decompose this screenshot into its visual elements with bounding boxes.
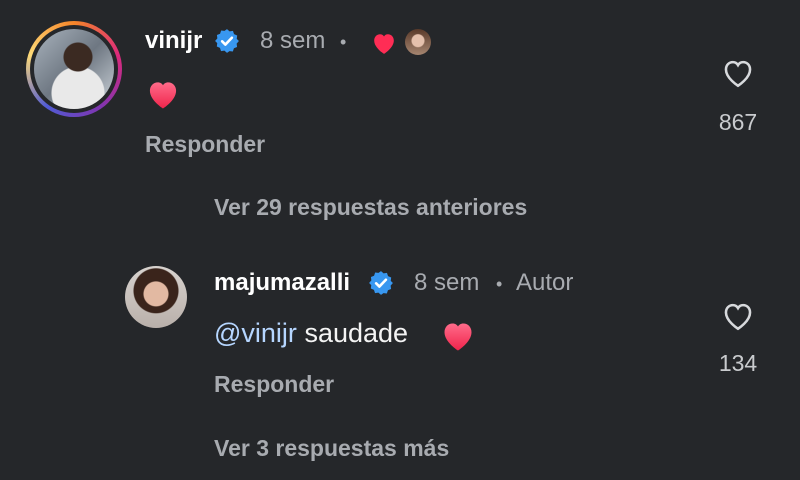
view-more-replies-button[interactable]: Ver 3 respuestas más — [214, 435, 449, 462]
author-label: Autor — [516, 269, 574, 296]
verified-badge-icon — [215, 29, 239, 53]
comment-username[interactable]: vinijr — [145, 27, 202, 55]
like-heart-icon[interactable] — [721, 300, 755, 332]
reply-button[interactable]: Responder — [214, 371, 334, 398]
avatar[interactable] — [34, 29, 114, 109]
heart-emoji-icon — [444, 323, 472, 351]
avatar[interactable] — [125, 266, 187, 328]
mention-link[interactable]: @vinijr — [214, 318, 297, 348]
like-heart-icon[interactable] — [721, 57, 755, 89]
verified-badge-icon — [369, 271, 393, 295]
view-previous-replies-button[interactable]: Ver 29 respuestas anteriores — [214, 194, 527, 221]
comment-text: @vinijr saudade — [214, 318, 408, 349]
comment-body: saudade — [304, 318, 409, 348]
comment-time: 8 sem — [260, 27, 326, 54]
reply-button[interactable]: Responder — [145, 131, 265, 158]
separator-dot: • — [340, 32, 347, 52]
like-count: 134 — [718, 350, 758, 376]
liked-by-author-heart-icon — [374, 34, 394, 54]
separator-dot: • — [496, 274, 503, 294]
avatar-story-ring[interactable] — [26, 21, 122, 117]
comment-username[interactable]: majumazalli — [214, 269, 350, 297]
author-mini-avatar — [405, 29, 431, 55]
like-count: 867 — [718, 109, 758, 135]
heart-emoji-icon — [149, 82, 177, 109]
comment-time: 8 sem — [414, 269, 480, 296]
